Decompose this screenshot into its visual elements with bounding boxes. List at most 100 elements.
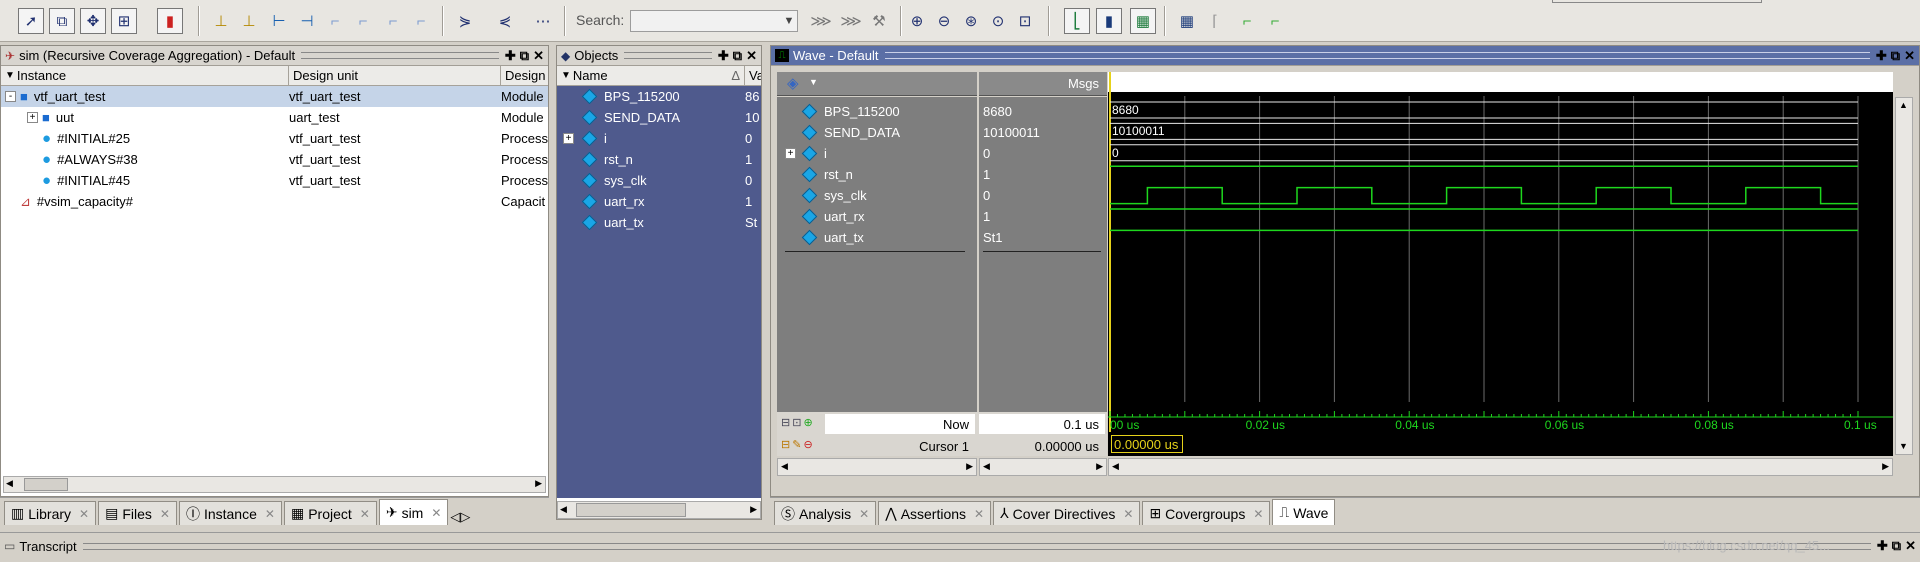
wave-vscrollbar[interactable]: ▲ ▼: [1895, 97, 1913, 455]
sync-icon[interactable]: ⊡: [792, 416, 801, 434]
lock-icon[interactable]: ⊟: [781, 416, 790, 434]
sim-tree-row[interactable]: - ■ vtf_uart_test vtf_uart_test Module: [1, 86, 548, 107]
sim-tree-row[interactable]: ⊿ #vsim_capacity# Capacit: [1, 191, 548, 212]
object-row[interactable]: BPS_115200 86: [557, 86, 761, 107]
tab-close-icon[interactable]: ✕: [360, 507, 370, 521]
sim-tree-row[interactable]: ● #ALWAYS#38 vtf_uart_test Process: [1, 149, 548, 170]
split-icon[interactable]: ⊞: [111, 8, 137, 34]
scroll-left-icon[interactable]: ◀: [983, 462, 990, 471]
undock-icon[interactable]: ⧉: [1892, 538, 1901, 554]
filter-icon[interactable]: ▼: [561, 70, 571, 81]
cursor-lock-icon[interactable]: ⊟: [781, 438, 790, 456]
tab-cover-directives[interactable]: ⅄ Cover Directives ✕: [993, 501, 1141, 525]
wave-format-4-icon[interactable]: ⌐: [1262, 8, 1288, 34]
tab-close-icon[interactable]: ✕: [79, 507, 89, 521]
undock-icon[interactable]: ⧉: [520, 48, 529, 64]
sim-tree-row[interactable]: ● #INITIAL#25 vtf_uart_test Process: [1, 128, 548, 149]
tab-library[interactable]: ▥ Library ✕: [4, 501, 97, 525]
chevron-down-icon[interactable]: ▼: [780, 11, 798, 31]
wave-signal-row[interactable]: uart_tx: [785, 227, 977, 248]
column-instance[interactable]: ▼ Instance: [1, 66, 289, 85]
dock-icon[interactable]: ✚: [1877, 538, 1888, 554]
tab-close-icon[interactable]: ✕: [974, 507, 984, 521]
next-edge-icon[interactable]: ⊣: [294, 8, 320, 34]
tab-close-icon[interactable]: ✕: [1253, 507, 1263, 521]
stoplight-icon[interactable]: ▮: [157, 8, 183, 34]
chevron-down-icon[interactable]: ▼: [809, 78, 818, 87]
object-row[interactable]: rst_n 1: [557, 149, 761, 170]
zoom-in-icon[interactable]: ⊕: [904, 8, 930, 34]
search-options-icon[interactable]: ⚒: [866, 8, 892, 34]
column-name[interactable]: ▼ Name Δ: [557, 66, 745, 85]
tab-files[interactable]: ▤ Files ✕: [98, 501, 177, 525]
tab-close-icon[interactable]: ✕: [431, 506, 441, 520]
select-icon[interactable]: ➚: [18, 8, 44, 34]
msgs-hscrollbar[interactable]: ◀ ▶: [979, 458, 1107, 476]
scroll-up-icon[interactable]: ▲: [1899, 101, 1908, 110]
find-icon[interactable]: ⋯: [530, 8, 556, 34]
dock-icon[interactable]: ✚: [718, 48, 729, 64]
wave-style-3-icon[interactable]: ▦: [1130, 8, 1156, 34]
collapse-icon[interactable]: ⋞: [492, 8, 518, 34]
names-hscrollbar[interactable]: ◀ ▶: [777, 458, 977, 476]
tab-close-icon[interactable]: ✕: [265, 507, 275, 521]
dock-icon[interactable]: ✚: [505, 48, 516, 64]
search-input[interactable]: [630, 10, 798, 32]
insert-cursor-icon[interactable]: ⊥: [208, 8, 234, 34]
dock-icon[interactable]: ✚: [1876, 48, 1887, 64]
search-prev-icon[interactable]: ⋙: [808, 8, 834, 34]
prev-edge-icon[interactable]: ⊢: [266, 8, 292, 34]
column-design[interactable]: Design: [501, 66, 548, 85]
delete-cursor-icon[interactable]: ⊥: [236, 8, 262, 34]
column-value[interactable]: Va: [745, 66, 761, 85]
title-grip[interactable]: [624, 52, 712, 59]
tab-sim[interactable]: ✈ sim ✕: [378, 499, 449, 525]
tab-assertions[interactable]: ⋀ Assertions ✕: [878, 501, 992, 525]
wave-format-1-icon[interactable]: ▦: [1174, 8, 1200, 34]
signal-add-icon[interactable]: ◈: [787, 76, 799, 91]
filter-icon[interactable]: ▼: [5, 70, 15, 81]
wave-format-3-icon[interactable]: ⌐: [1234, 8, 1260, 34]
wave-signal-row[interactable]: BPS_115200: [785, 101, 977, 122]
zoom-area-icon[interactable]: ⊡: [1012, 8, 1038, 34]
wave-canvas[interactable]: 00 us 0.02 us 0.04 us 0.06 us 0.08 us 0.1 us …: [1108, 72, 1893, 432]
object-row[interactable]: uart_tx St: [557, 212, 761, 233]
scroll-left-icon[interactable]: ◀: [1112, 462, 1119, 471]
delete-cursor-icon[interactable]: ⊖: [803, 438, 812, 456]
sim-tree-row[interactable]: + ■ uut uart_test Module: [1, 107, 548, 128]
wave-signal-row[interactable]: + i: [785, 143, 977, 164]
close-icon[interactable]: ✕: [1904, 48, 1915, 64]
wave-hscrollbar[interactable]: ◀ ▶: [1108, 458, 1893, 476]
search-next-icon[interactable]: ⋙: [838, 8, 864, 34]
tab-analysis[interactable]: Ⓢ Analysis ✕: [774, 501, 877, 525]
scroll-left-icon[interactable]: ◀: [781, 462, 788, 471]
tab-project[interactable]: ▦ Project ✕: [283, 501, 377, 525]
wave-signal-row[interactable]: rst_n: [785, 164, 977, 185]
scroll-thumb[interactable]: [576, 503, 686, 517]
title-grip[interactable]: [884, 52, 1870, 59]
expander-icon[interactable]: +: [563, 133, 574, 144]
wave-style-1-icon[interactable]: ⎣: [1064, 8, 1090, 34]
scroll-right-icon[interactable]: ▶: [535, 479, 542, 488]
object-row[interactable]: SEND_DATA 10: [557, 107, 761, 128]
column-design-unit[interactable]: Design unit: [289, 66, 501, 85]
zoom-box-icon[interactable]: ⧉: [49, 8, 75, 34]
rising-edge-icon[interactable]: ⌐: [350, 8, 376, 34]
sim-tree-row[interactable]: ● #INITIAL#45 vtf_uart_test Process: [1, 170, 548, 191]
cursor-edit-icon[interactable]: ✎: [792, 438, 801, 456]
sim-hscrollbar[interactable]: ◀ ▶: [3, 476, 546, 493]
scroll-thumb[interactable]: [24, 478, 68, 491]
scroll-right-icon[interactable]: ▶: [1096, 462, 1103, 471]
rising-edge-2-icon[interactable]: ⌐: [408, 8, 434, 34]
title-grip[interactable]: [301, 52, 499, 59]
undock-icon[interactable]: ⧉: [733, 48, 742, 64]
scroll-right-icon[interactable]: ▶: [750, 505, 757, 514]
scroll-right-icon[interactable]: ▶: [966, 462, 973, 471]
scroll-right-icon[interactable]: ▶: [1882, 462, 1889, 471]
add-cursor-icon[interactable]: ⊕: [803, 416, 812, 434]
falling-edge-2-icon[interactable]: ⌐: [380, 8, 406, 34]
zoom-out-icon[interactable]: ⊖: [931, 8, 957, 34]
close-icon[interactable]: ✕: [746, 48, 757, 64]
tab-close-icon[interactable]: ✕: [160, 507, 170, 521]
cursor-time-box[interactable]: 0.00000 us: [1111, 435, 1183, 453]
